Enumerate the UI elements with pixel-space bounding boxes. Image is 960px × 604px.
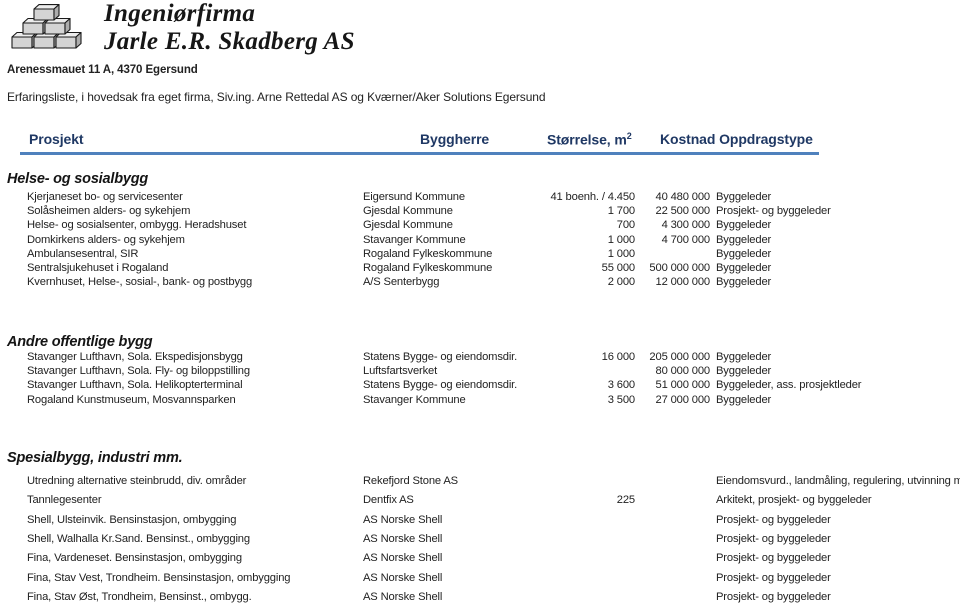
cell-byggherre: Gjesdal Kommune: [363, 205, 453, 218]
cell-prosjekt: Stavanger Lufthavn, Sola. Ekspedisjonsby…: [27, 351, 243, 363]
cell-kostnad: 27 000 000: [655, 393, 711, 406]
letterhead: Ingeniørfirma Jarle E.R. Skadberg AS: [0, 0, 960, 58]
cell-prosjekt: Shell, Ulsteinvik. Bensinstasjon, ombygg…: [27, 513, 237, 526]
table-row: Stavanger Lufthavn, Sola. Fly- og bilopp…: [0, 364, 960, 378]
table-row: Tannlegesenter Dentfix AS 225 Arkitekt, pro…: [0, 493, 960, 507]
table-row: Kvernhuset, Helse-, sosial-, bank- og po…: [0, 275, 960, 289]
cell-kostnad: 12 000 000: [655, 276, 711, 289]
section-title: Andre offentlige bygg: [7, 334, 153, 350]
cell-storrelse: 225: [616, 494, 635, 507]
cell-kostnad: 205 000 000: [649, 351, 710, 363]
cell-prosjekt: Domkirkens alders- og sykehjem: [27, 233, 185, 246]
cell-byggherre: Eigersund Kommune: [363, 191, 465, 203]
table-row: Ambulansesentral, SIR Rogaland Fylkeskomm…: [0, 247, 960, 261]
cell-prosjekt: Stavanger Lufthavn, Sola. Fly- og bilopp…: [27, 365, 250, 378]
cell-oppdragstype: Prosjekt- og byggeleder: [716, 513, 831, 526]
cell-prosjekt: Fina, Vardeneset. Bensinstasjon, ombyggi…: [27, 552, 242, 565]
company-name: Ingeniørfirma Jarle E.R. Skadberg AS: [104, 0, 355, 56]
table-row: Shell, Ulsteinvik. Bensinstasjon, ombygg…: [0, 513, 960, 527]
cell-byggherre: Rogaland Fylkeskommune: [363, 262, 493, 274]
cell-byggherre: Luftsfartsverket: [363, 365, 438, 378]
address-line: Arenessmauet 11 A, 4370 Egersund: [7, 64, 198, 76]
header-divider: [20, 152, 819, 155]
cell-prosjekt: Shell, Walhalla Kr.Sand. Bensinst., omby…: [27, 532, 250, 545]
table-row: Sentralsjukehuset i Rogaland Rogaland Fyl…: [0, 261, 960, 275]
cell-kostnad: 500 000 000: [649, 262, 710, 274]
cell-oppdragstype: Byggeleder: [716, 365, 772, 378]
cell-oppdragstype: Eiendomsvurd., landmåling, regulering, u…: [716, 475, 960, 487]
cell-byggherre: Stavanger Kommune: [363, 233, 466, 246]
cell-byggherre: AS Norske Shell: [363, 552, 443, 565]
cell-oppdragstype: Arkitekt, prosjekt- og byggeleder: [716, 494, 872, 507]
table-row: Helse- og sosialsenter, ombygg. Heradshu…: [0, 218, 960, 232]
intro-line: Erfaringsliste, i hovedsak fra eget firm…: [7, 90, 546, 104]
cell-byggherre: A/S Senterbygg: [363, 276, 440, 289]
company-name-line2: Jarle E.R. Skadberg AS: [104, 28, 355, 55]
cell-prosjekt: Helse- og sosialsenter, ombygg. Heradshu…: [27, 219, 247, 232]
cell-oppdragstype: Byggeleder: [716, 276, 772, 289]
cell-oppdragstype: Prosjekt- og byggeleder: [716, 552, 831, 565]
cell-oppdragstype: Byggeleder: [716, 191, 772, 203]
cell-kostnad: 40 480 000: [655, 191, 711, 203]
cell-oppdragstype: Byggeleder: [716, 219, 772, 232]
cell-byggherre: AS Norske Shell: [363, 571, 443, 584]
cell-byggherre: AS Norske Shell: [363, 513, 443, 526]
cell-prosjekt: Sentralsjukehuset i Rogaland: [27, 262, 169, 274]
table-row: Stavanger Lufthavn, Sola. Ekspedisjonsby…: [0, 350, 960, 364]
cell-prosjekt: Fina, Stav Vest, Trondheim. Bensinstasjo…: [27, 571, 291, 584]
cell-prosjekt: Kjerjaneset bo- og servicesenter: [27, 191, 183, 203]
column-header-byggherre: Byggherre: [420, 131, 490, 147]
table-row: Rogaland Kunstmuseum, Mosvannsparken Stav…: [0, 393, 960, 407]
table-header-row: Prosjekt Byggherre Størrelse, m2 Kostnad…: [0, 131, 960, 155]
table-row: Stavanger Lufthavn, Sola. Helikopterterm…: [0, 378, 960, 392]
section-title: Spesialbygg, industri mm.: [7, 450, 183, 466]
cell-byggherre: Gjesdal Kommune: [363, 219, 453, 232]
cell-storrelse: 1 000: [607, 247, 635, 260]
cell-prosjekt: Rogaland Kunstmuseum, Mosvannsparken: [27, 393, 236, 406]
column-header-storrelse: Størrelse, m2: [547, 131, 632, 148]
brick-stack-logo-icon: [8, 4, 100, 50]
cell-prosjekt: Tannlegesenter: [27, 494, 102, 507]
cell-oppdragstype: Byggeleder: [716, 351, 772, 363]
table-row: Fina, Stav Vest, Trondheim. Bensinstasjo…: [0, 571, 960, 585]
cell-kostnad: 80 000 000: [655, 365, 711, 378]
cell-oppdragstype: Byggeleder: [716, 233, 772, 246]
document-page: Ingeniørfirma Jarle E.R. Skadberg AS Are…: [0, 0, 960, 603]
section-title: Helse- og sosialbygg: [7, 171, 149, 187]
cell-byggherre: Rekefjord Stone AS: [363, 475, 458, 487]
table-row: Utredning alternative steinbrudd, div. o…: [0, 474, 960, 488]
cell-kostnad: 22 500 000: [655, 205, 711, 218]
table-row: Shell, Walhalla Kr.Sand. Bensinst., omby…: [0, 532, 960, 546]
column-header-storrelse-superscript: 2: [626, 131, 632, 141]
cell-byggherre: Dentfix AS: [363, 494, 414, 507]
cell-kostnad: 4 300 000: [661, 219, 711, 232]
column-header-storrelse-text: Størrelse, m: [547, 131, 627, 148]
column-header-prosjekt: Prosjekt: [29, 131, 84, 147]
column-header-kostnad-oppdragstype: Kostnad Oppdragstype: [660, 131, 813, 147]
cell-oppdragstype: Prosjekt- og byggeleder: [716, 532, 831, 545]
cell-oppdragstype: Byggeleder, ass. prosjektleder: [716, 379, 862, 392]
cell-byggherre: Stavanger Kommune: [363, 393, 466, 406]
table-row: Domkirkens alders- og sykehjem Stavanger …: [0, 233, 960, 247]
cell-prosjekt: Kvernhuset, Helse-, sosial-, bank- og po…: [27, 276, 253, 289]
cell-oppdragstype: Prosjekt- og byggeleder: [716, 205, 831, 218]
table-row: Kjerjaneset bo- og servicesenter Eigersun…: [0, 190, 960, 204]
cell-kostnad: 51 000 000: [655, 379, 711, 392]
cell-prosjekt: Solåsheimen alders- og sykehjem: [27, 205, 191, 218]
cell-oppdragstype: Byggeleder: [716, 262, 772, 274]
cell-prosjekt: Ambulansesentral, SIR: [27, 247, 139, 260]
cell-oppdragstype: Byggeleder: [716, 393, 772, 406]
cell-prosjekt: Utredning alternative steinbrudd, div. o…: [27, 475, 247, 487]
cell-oppdragstype: Prosjekt- og byggeleder: [716, 571, 831, 584]
cell-byggherre: AS Norske Shell: [363, 532, 443, 545]
company-name-line1: Ingeniørfirma: [104, 0, 256, 27]
cell-byggherre: Rogaland Fylkeskommune: [363, 247, 493, 260]
cell-kostnad: 4 700 000: [661, 233, 711, 246]
table-row: Fina, Vardeneset. Bensinstasjon, ombyggi…: [0, 551, 960, 565]
cell-oppdragstype: Byggeleder: [716, 247, 772, 260]
table-row: Solåsheimen alders- og sykehjem Gjesdal K…: [0, 204, 960, 218]
cell-prosjekt: Stavanger Lufthavn, Sola. Helikopterterm…: [27, 379, 243, 392]
